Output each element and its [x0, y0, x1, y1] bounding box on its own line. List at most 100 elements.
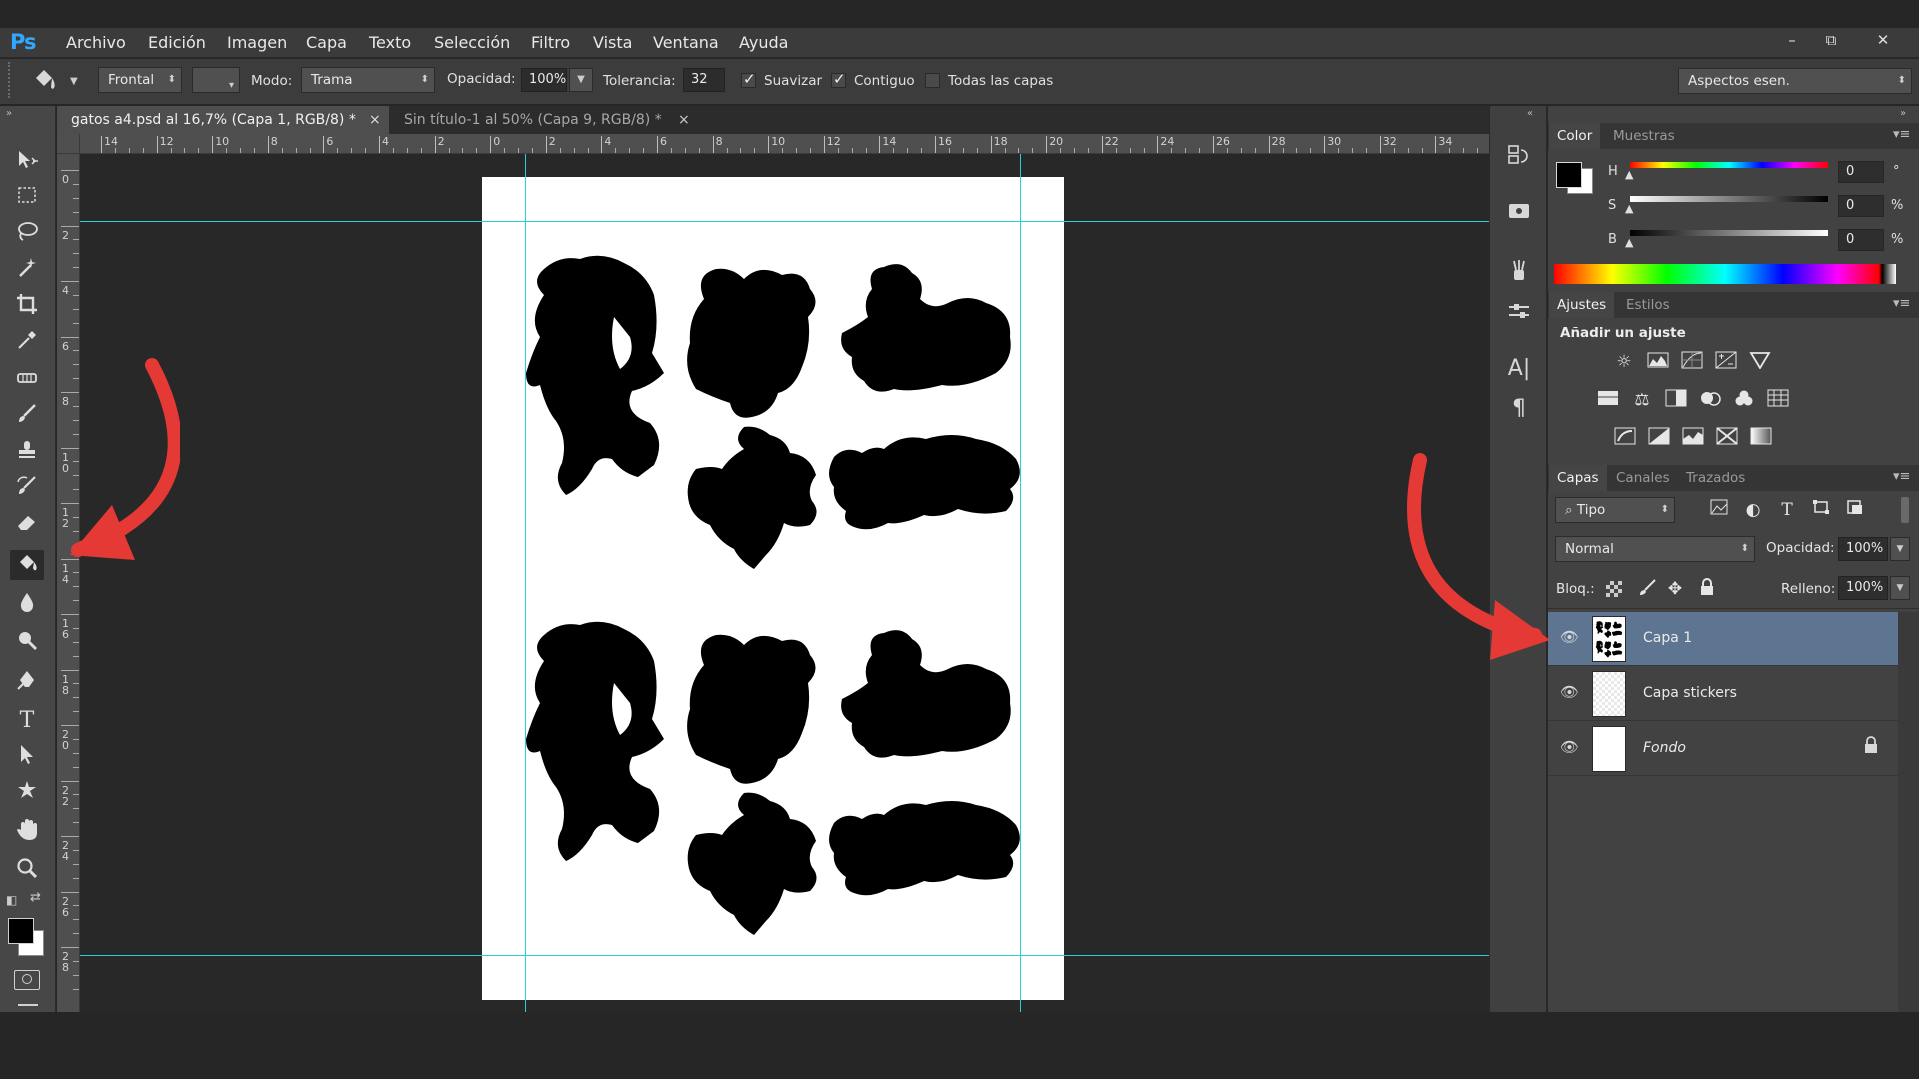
gradient-map-icon[interactable]	[1748, 427, 1774, 449]
ruler-corner[interactable]	[57, 134, 80, 154]
hue-slider-thumb[interactable]: ▲	[1625, 168, 1633, 181]
mode-dropdown[interactable]: Trama ⬍	[301, 67, 435, 93]
posterize-icon[interactable]	[1646, 427, 1672, 449]
tab-trazados[interactable]: Trazados	[1686, 465, 1745, 491]
tolerance-input[interactable]: 32	[683, 68, 725, 92]
levels-icon[interactable]	[1645, 351, 1671, 373]
photo-filter-icon[interactable]	[1697, 389, 1723, 411]
healing-brush-icon[interactable]	[10, 366, 44, 396]
guide-horizontal-top[interactable]	[80, 221, 1489, 222]
blend-mode-dropdown[interactable]: Normal ⬍	[1555, 536, 1755, 562]
eyedropper-icon[interactable]	[10, 328, 44, 358]
menu-archivo[interactable]: Archivo	[66, 29, 126, 57]
layer-filter-dropdown[interactable]: ⌕ Tipo ⬍	[1555, 497, 1675, 523]
brush-presets-icon[interactable]	[1502, 258, 1536, 288]
pattern-picker[interactable]: ▾	[192, 67, 240, 93]
panel-menu-icon[interactable]: ▾≡	[1893, 296, 1910, 311]
restore-button[interactable]: ⧉	[1819, 31, 1843, 49]
filter-adjustment-icon[interactable]: ◐	[1740, 499, 1766, 521]
foreground-color-swatch[interactable]	[8, 918, 34, 944]
vibrance-icon[interactable]	[1747, 351, 1773, 373]
quick-mask-icon[interactable]	[14, 970, 40, 990]
layer-name[interactable]: Capa stickers	[1643, 685, 1737, 701]
guide-vertical-right[interactable]	[1020, 154, 1021, 1012]
filter-type-icon[interactable]: T	[1774, 499, 1800, 521]
tab-muestras[interactable]: Muestras	[1613, 123, 1675, 149]
exposure-icon[interactable]	[1713, 351, 1739, 373]
opacity-input[interactable]: 100%	[521, 68, 567, 92]
swap-colors-icon[interactable]: ⇄	[30, 890, 41, 905]
panel-menu-icon[interactable]: ▾≡	[1893, 127, 1910, 142]
b-value-input[interactable]: 0	[1838, 229, 1884, 251]
tab-gatos-a4[interactable]: gatos a4.psd al 16,7% (Capa 1, RGB/8) * …	[57, 106, 389, 134]
marquee-tool-icon[interactable]	[10, 184, 44, 214]
saturation-slider[interactable]	[1630, 196, 1828, 202]
s-value-input[interactable]: 0	[1838, 195, 1884, 217]
black-white-icon[interactable]	[1663, 389, 1689, 411]
color-fg-swatch[interactable]	[1556, 162, 1582, 188]
channel-mixer-icon[interactable]	[1731, 389, 1757, 411]
custom-shape-icon[interactable]	[10, 778, 44, 808]
layers-scrollbar[interactable]	[1898, 612, 1919, 1012]
tab-color[interactable]: Color	[1549, 123, 1601, 149]
invert-icon[interactable]	[1612, 427, 1638, 449]
properties-panel-icon[interactable]	[1502, 198, 1536, 228]
filter-pixel-icon[interactable]	[1706, 499, 1732, 521]
layer-fill-input[interactable]: 100%	[1838, 576, 1888, 600]
lock-pixels-icon[interactable]	[1634, 578, 1660, 600]
all-layers-checkbox[interactable]	[925, 73, 940, 88]
lock-all-icon[interactable]	[1694, 578, 1720, 600]
close-tab-icon[interactable]: ×	[369, 106, 381, 134]
screen-mode-icon[interactable]	[18, 1004, 38, 1012]
menu-imagen[interactable]: Imagen	[227, 29, 287, 57]
selective-color-icon[interactable]	[1714, 427, 1740, 449]
filter-smart-object-icon[interactable]	[1842, 499, 1868, 521]
menu-seleccion[interactable]: Selección	[434, 29, 510, 57]
guide-horizontal-bottom[interactable]	[80, 955, 1489, 956]
color-lookup-icon[interactable]	[1765, 389, 1791, 411]
paragraph-panel-icon[interactable]: ¶	[1502, 394, 1536, 424]
pen-tool-icon[interactable]	[10, 668, 44, 698]
blur-tool-icon[interactable]	[10, 590, 44, 620]
move-tool-icon[interactable]	[10, 148, 44, 178]
saturation-slider-thumb[interactable]: ▲	[1625, 202, 1633, 215]
visibility-eye-icon[interactable]: 👁	[1560, 738, 1579, 756]
brush-tool-icon[interactable]	[10, 402, 44, 432]
history-panel-icon[interactable]	[1502, 142, 1536, 172]
collapse-panels-icon[interactable]: »	[1900, 108, 1906, 119]
brightness-slider-thumb[interactable]: ▲	[1625, 236, 1633, 249]
paint-bucket-tool-icon[interactable]	[10, 550, 44, 580]
tool-presets-icon[interactable]	[1502, 298, 1536, 328]
layer-opacity-slider-button[interactable]: ▼	[1890, 537, 1910, 561]
h-value-input[interactable]: 0	[1838, 161, 1884, 183]
close-tab-icon[interactable]: ×	[678, 106, 690, 134]
menu-edicion[interactable]: Edición	[148, 29, 206, 57]
fill-source-dropdown[interactable]: Frontal ⬍	[98, 67, 182, 93]
hand-tool-icon[interactable]	[10, 818, 44, 848]
workspace-dropdown[interactable]: Aspectos esen. ⬍	[1678, 68, 1912, 94]
lasso-tool-icon[interactable]	[10, 220, 44, 250]
collapse-toolbar-icon[interactable]: »	[6, 108, 12, 119]
lock-transparency-icon[interactable]	[1606, 581, 1622, 597]
menu-capa[interactable]: Capa	[306, 29, 347, 57]
layer-name[interactable]: Fondo	[1643, 740, 1686, 756]
menu-ayuda[interactable]: Ayuda	[739, 29, 788, 57]
layer-fill-slider-button[interactable]: ▼	[1890, 576, 1910, 600]
tab-ajustes[interactable]: Ajustes	[1549, 292, 1615, 318]
hue-saturation-icon[interactable]	[1595, 389, 1621, 411]
history-brush-icon[interactable]	[10, 474, 44, 504]
layer-name[interactable]: Capa 1	[1643, 630, 1692, 646]
type-tool-icon[interactable]: T	[10, 706, 44, 736]
magic-wand-icon[interactable]	[10, 256, 44, 286]
curves-icon[interactable]	[1679, 351, 1705, 373]
contiguous-checkbox[interactable]	[831, 70, 846, 88]
color-balance-icon[interactable]: ⚖	[1629, 389, 1655, 411]
layer-row-capa-1[interactable]: 👁 Capa 1	[1548, 612, 1898, 666]
threshold-icon[interactable]	[1680, 427, 1706, 449]
lock-position-icon[interactable]: ✥	[1662, 578, 1688, 600]
layer-row-capa-stickers[interactable]: 👁 Capa stickers	[1548, 667, 1898, 721]
guide-vertical-left[interactable]	[525, 154, 526, 1012]
preset-arrow-icon[interactable]: ▼	[70, 76, 78, 87]
tab-estilos[interactable]: Estilos	[1626, 292, 1670, 318]
layer-row-fondo[interactable]: 👁 Fondo	[1548, 722, 1898, 776]
